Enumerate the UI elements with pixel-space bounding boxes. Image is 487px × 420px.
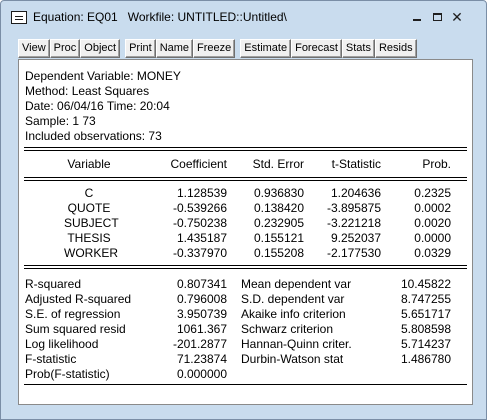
table-cell-variable: SUBJECT <box>64 216 119 230</box>
estimation-header: Dependent Variable: MONEY Method: Least … <box>25 69 181 144</box>
stat-value: 0.000000 <box>176 367 227 381</box>
table-cell-std-error: 0.232905 <box>253 216 304 230</box>
table-cell-prob: 0.0020 <box>414 216 451 230</box>
table-cell-coefficient: -0.539266 <box>172 201 227 215</box>
stat-label: Mean dependent var <box>241 277 352 291</box>
col-header-coefficient: Coefficient <box>170 157 227 171</box>
col-header-prob: Prob. <box>422 157 451 171</box>
stat-value: 3.950739 <box>176 307 227 321</box>
stat-label: S.D. dependent var <box>241 292 345 306</box>
stat-label: Akaike info criterion <box>241 307 346 321</box>
table-cell-variable: WORKER <box>64 246 118 260</box>
table-cell-variable: THESIS <box>67 231 111 245</box>
view-button[interactable]: View <box>18 39 50 58</box>
stat-label: F-statistic <box>25 352 77 366</box>
minimize-icon[interactable] <box>409 9 425 25</box>
table-cell-t-statistic: -3.895875 <box>326 201 381 215</box>
freeze-button[interactable]: Freeze <box>193 39 236 58</box>
stat-value: 71.23874 <box>176 352 227 366</box>
equation-window: Equation: EQ01 Workfile: UNTITLED::Untit… <box>0 0 487 420</box>
col-header-variable: Variable <box>67 157 111 171</box>
table-cell-t-statistic: 9.252037 <box>330 231 381 245</box>
stat-value: 5.808598 <box>400 322 451 336</box>
table-cell-coefficient: 1.128539 <box>176 186 227 200</box>
forecast-button[interactable]: Forecast <box>291 39 342 58</box>
equation-window-icon[interactable] <box>11 11 27 24</box>
stat-label: R-squared <box>25 277 82 291</box>
estimation-output[interactable]: Dependent Variable: MONEY Method: Least … <box>18 59 473 405</box>
sample-line: Sample: 1 73 <box>25 114 96 128</box>
name-button[interactable]: Name <box>155 39 194 58</box>
stat-value: 5.714237 <box>400 337 451 351</box>
window-title: Equation: EQ01 Workfile: UNTITLED::Untit… <box>33 10 287 24</box>
table-cell-std-error: 0.936830 <box>253 186 304 200</box>
stat-label: Durbin-Watson stat <box>241 352 344 366</box>
table-cell-t-statistic: 1.204636 <box>330 186 381 200</box>
object-button[interactable]: Object <box>80 39 121 58</box>
stat-label: Log likelihood <box>25 337 99 351</box>
table-cell-prob: 0.0329 <box>414 246 451 260</box>
stat-value: 5.651717 <box>400 307 451 321</box>
proc-button[interactable]: Proc <box>49 39 81 58</box>
toolbar: View Proc Object Print Name Freeze Estim… <box>18 39 417 58</box>
stat-value: 0.807341 <box>176 277 227 291</box>
stat-value: 10.45822 <box>400 277 451 291</box>
title-bar[interactable]: Equation: EQ01 Workfile: UNTITLED::Untit… <box>1 1 486 35</box>
stat-value: -201.2877 <box>172 337 227 351</box>
table-cell-prob: 0.0000 <box>414 231 451 245</box>
table-cell-variable: C <box>84 186 94 200</box>
stat-label: Prob(F-statistic) <box>25 367 110 381</box>
col-header-t-statistic: t-Statistic <box>331 157 381 171</box>
method-line: Method: Least Squares <box>25 84 150 98</box>
date-line: Date: 06/04/16 Time: 20:04 <box>25 99 170 113</box>
maximize-icon[interactable] <box>429 9 445 25</box>
col-header-std-error: Std. Error <box>252 157 304 171</box>
table-cell-std-error: 0.138420 <box>253 201 304 215</box>
observations-line: Included observations: 73 <box>25 129 162 143</box>
stat-value: 1.486780 <box>400 352 451 366</box>
stat-label: Sum squared resid <box>25 322 126 336</box>
close-icon[interactable]: ✕ <box>449 9 465 25</box>
table-cell-prob: 0.2325 <box>414 186 451 200</box>
table-top-rule <box>24 147 467 151</box>
table-bottom-rule <box>24 384 467 385</box>
stat-value: 0.796008 <box>176 292 227 306</box>
dependent-variable-line: Dependent Variable: MONEY <box>25 69 181 83</box>
table-middle-rule <box>24 265 467 269</box>
estimate-button[interactable]: Estimate <box>240 39 292 58</box>
stat-label: S.E. of regression <box>25 307 121 321</box>
stat-label: Hannan-Quinn criter. <box>241 337 352 351</box>
table-cell-variable: QUOTE <box>67 201 111 215</box>
resids-button[interactable]: Resids <box>374 39 417 58</box>
table-cell-coefficient: 1.435187 <box>176 231 227 245</box>
stat-value: 8.747255 <box>400 292 451 306</box>
stat-label: Schwarz criterion <box>241 322 334 336</box>
table-cell-std-error: 0.155121 <box>253 231 304 245</box>
stat-label: Adjusted R-squared <box>25 292 132 306</box>
table-cell-coefficient: -0.337970 <box>172 246 227 260</box>
table-cell-coefficient: -0.750238 <box>172 216 227 230</box>
table-cell-std-error: 0.155208 <box>253 246 304 260</box>
table-cell-t-statistic: -3.221218 <box>326 216 381 230</box>
table-cell-t-statistic: -2.177530 <box>326 246 381 260</box>
table-header-rule <box>24 177 467 181</box>
table-cell-prob: 0.0002 <box>414 201 451 215</box>
stat-value: 1061.367 <box>176 322 227 336</box>
stats-button[interactable]: Stats <box>341 39 375 58</box>
print-button[interactable]: Print <box>125 39 156 58</box>
